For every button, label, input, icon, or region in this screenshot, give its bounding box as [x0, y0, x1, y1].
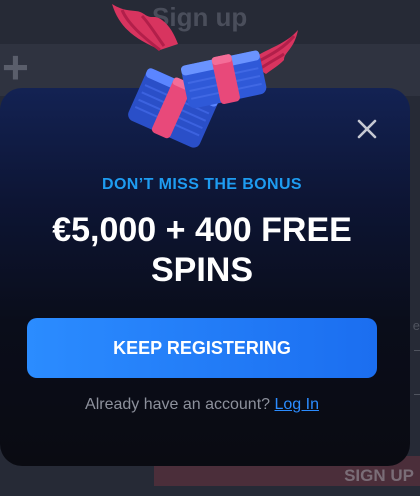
account-prompt-text: Already have an account? [85, 396, 271, 413]
background-side-text: e [412, 318, 420, 333]
background-divider [414, 350, 420, 351]
keep-registering-button[interactable]: KEEP REGISTERING [27, 318, 377, 378]
background-plus-icon: + [2, 41, 29, 93]
close-icon[interactable] [354, 116, 380, 142]
background-divider [414, 394, 420, 395]
bonus-headline: €5,000 + 400 FREE SPINS [52, 211, 352, 289]
winged-money-icon [112, 4, 298, 148]
left-wing [112, 4, 178, 52]
money-stack-upper [181, 50, 267, 109]
login-prompt: Already have an account? Log In [0, 396, 404, 414]
bonus-subtitle: DON’T MISS THE BONUS [101, 176, 302, 193]
login-link[interactable]: Log In [274, 396, 318, 413]
